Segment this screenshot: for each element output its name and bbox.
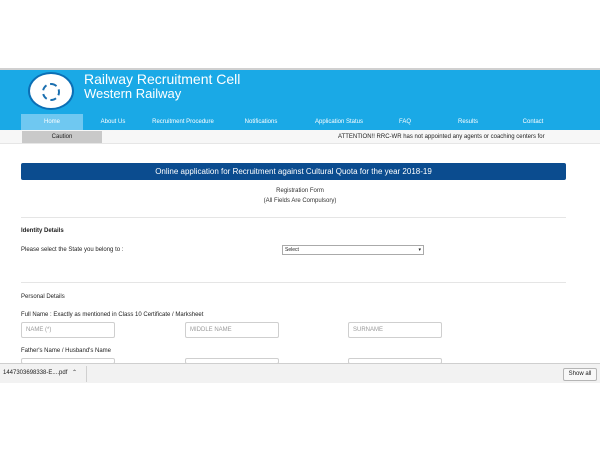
- site-subtitle: Western Railway: [84, 86, 182, 101]
- nav-item-about-us[interactable]: About Us: [90, 114, 136, 130]
- caution-label: Caution: [22, 131, 102, 143]
- first-name-input[interactable]: NAME (*): [21, 322, 115, 338]
- state-label: Please select the State you belong to :: [21, 247, 124, 253]
- caution-marquee[interactable]: ATTENTION!! RRC-WR has not appointed any…: [338, 131, 545, 143]
- personal-details-heading: Personal Details: [21, 294, 65, 300]
- registration-note: (All Fields Are Compulsory): [263, 198, 337, 204]
- registration-title: Registration Form: [276, 188, 324, 194]
- site-title: Railway Recruitment Cell: [84, 71, 241, 87]
- caution-bar: Caution ATTENTION!! RRC-WR has not appoi…: [0, 130, 600, 144]
- identity-details-heading: Identity Details: [21, 228, 64, 234]
- state-select[interactable]: Select ▾: [282, 245, 424, 255]
- nav-item-recruitment-procedure[interactable]: Recruitment Procedure: [145, 114, 221, 130]
- nav-item-application-status[interactable]: Application Status: [308, 114, 370, 130]
- form-banner: Online application for Recruitment again…: [21, 163, 566, 180]
- nav-item-home[interactable]: Home: [21, 114, 83, 130]
- nav-item-results[interactable]: Results: [448, 114, 488, 130]
- nav-item-notifications[interactable]: Notifications: [235, 114, 287, 130]
- chevron-down-icon: ▾: [418, 247, 421, 253]
- divider: [21, 282, 566, 283]
- middle-name-input[interactable]: MIDDLE NAME: [185, 322, 279, 338]
- download-bar: 1447303698338-E....pdf ⌃ Show all: [0, 363, 600, 383]
- divider: [86, 366, 87, 382]
- full-name-label: Full Name : Exactly as mentioned in Clas…: [21, 312, 204, 318]
- download-file-name[interactable]: 1447303698338-E....pdf: [3, 370, 67, 376]
- state-select-value: Select: [285, 247, 299, 253]
- nav-item-contact[interactable]: Contact: [514, 114, 552, 130]
- browser-page: Railway Recruitment Cell Western Railway…: [0, 0, 600, 450]
- nav-item-faq[interactable]: FAQ: [390, 114, 420, 130]
- railway-logo-icon: [28, 72, 74, 110]
- father-name-label: Father's Name / Husband's Name: [21, 348, 111, 354]
- chevron-up-icon[interactable]: ⌃: [72, 369, 77, 376]
- site-header: Railway Recruitment Cell Western Railway: [0, 68, 600, 114]
- surname-input[interactable]: SURNAME: [348, 322, 442, 338]
- main-nav: Home About Us Recruitment Procedure Noti…: [0, 114, 600, 130]
- show-all-button[interactable]: Show all: [563, 368, 597, 381]
- divider: [21, 217, 566, 218]
